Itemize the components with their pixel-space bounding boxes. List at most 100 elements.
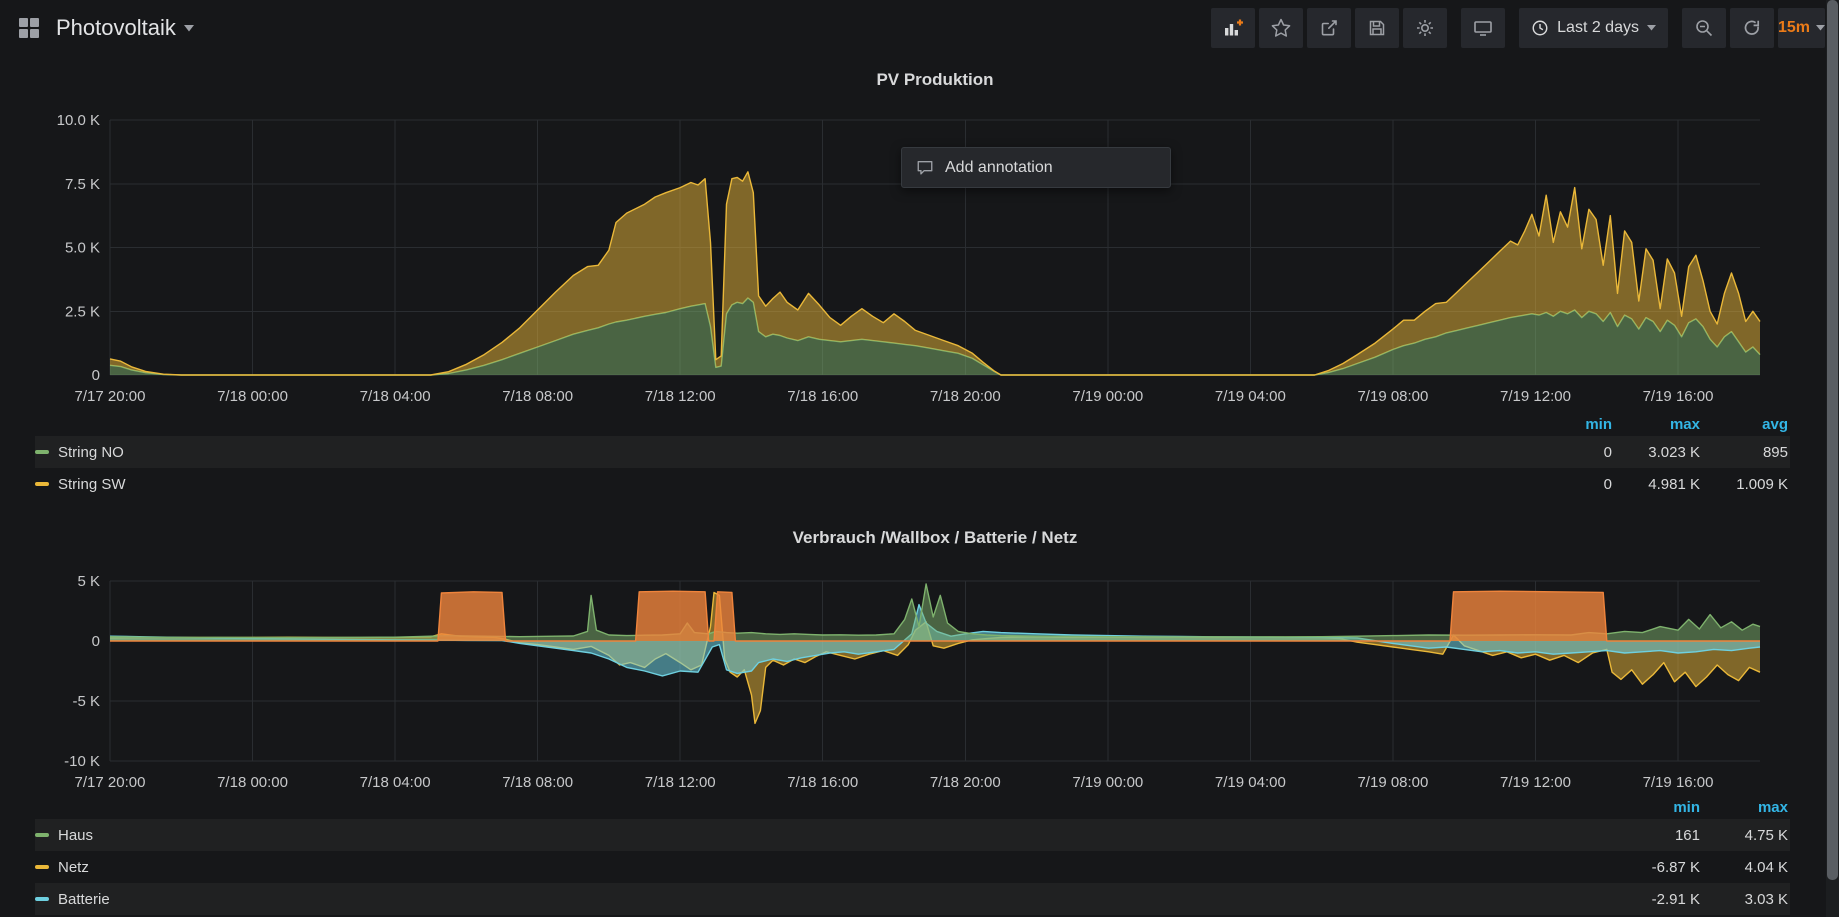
legend-value: 4.981 K: [1612, 476, 1700, 493]
apps-button[interactable]: [14, 13, 44, 43]
legend-value: 895: [1700, 444, 1788, 461]
series-color-swatch: [35, 482, 49, 486]
pv-produktion-legend: minmaxavgString NO03.023 K895String SW04…: [35, 412, 1790, 500]
y-axis-tick-label: 10.0 K: [57, 112, 100, 129]
caret-down-icon: [1816, 25, 1825, 31]
clock-icon: [1531, 19, 1549, 37]
caret-down-icon: [184, 25, 194, 32]
dashboard-title: Photovoltaik: [56, 15, 176, 41]
add-annotation-menu-item[interactable]: Add annotation: [901, 147, 1171, 188]
legend-row-netz[interactable]: Netz-6.87 K4.04 K: [35, 851, 1790, 883]
navbar-left: Photovoltaik: [14, 13, 194, 43]
refresh-button[interactable]: [1730, 8, 1774, 48]
y-axis-tick-label: -5 K: [72, 693, 100, 710]
x-axis-tick-label: 7/18 16:00: [787, 774, 858, 791]
y-axis-tick-label: 5 K: [77, 573, 100, 590]
panel-title-verbrauch[interactable]: Verbrauch /Wallbox / Batterie / Netz: [110, 528, 1760, 548]
add-annotation-label: Add annotation: [945, 159, 1053, 177]
x-axis-tick-label: 7/19 08:00: [1357, 388, 1428, 405]
legend-value: 3.03 K: [1700, 891, 1788, 908]
series-name: Batterie: [58, 891, 110, 908]
x-axis-tick-label: 7/19 00:00: [1072, 388, 1143, 405]
legend-value: -2.91 K: [1612, 891, 1700, 908]
legend-row-batterie[interactable]: Batterie -2.91 K3.03 K: [35, 883, 1790, 915]
legend-column-header-min[interactable]: min: [1524, 416, 1612, 433]
series-name: Haus: [58, 827, 93, 844]
legend-value: 1.009 K: [1700, 476, 1788, 493]
x-axis-tick-label: 7/17 20:00: [75, 388, 146, 405]
series-name: String SW: [58, 476, 126, 493]
x-axis-tick-label: 7/18 20:00: [930, 388, 1001, 405]
panel-actions-group: [1211, 8, 1447, 48]
add-panel-icon: [1223, 18, 1244, 38]
x-axis-tick-label: 7/19 16:00: [1643, 388, 1714, 405]
x-axis-tick-label: 7/18 08:00: [502, 388, 573, 405]
x-axis-tick-label: 7/19 04:00: [1215, 774, 1286, 791]
scrollbar-thumb[interactable]: [1827, 0, 1838, 880]
x-axis-tick-label: 7/19 12:00: [1500, 388, 1571, 405]
comment-bubble-icon: [916, 159, 934, 177]
x-axis-tick-label: 7/18 04:00: [360, 774, 431, 791]
legend-header-row: minmaxavg: [35, 412, 1790, 436]
page-scrollbar: [1826, 0, 1839, 917]
legend-value: 161: [1612, 827, 1700, 844]
y-axis-tick-label: 2.5 K: [65, 303, 100, 320]
legend-column-header-max[interactable]: max: [1612, 416, 1700, 433]
x-axis-tick-label: 7/18 00:00: [217, 774, 288, 791]
legend-value: 4.75 K: [1700, 827, 1788, 844]
panel-title-pv-produktion[interactable]: PV Produktion: [110, 70, 1760, 90]
tv-kiosk-button[interactable]: [1461, 8, 1505, 48]
legend-series-toggle[interactable]: String NO: [35, 444, 1524, 461]
share-icon: [1319, 18, 1339, 38]
x-axis-tick-label: 7/17 20:00: [75, 774, 146, 791]
settings-button[interactable]: [1403, 8, 1447, 48]
y-axis-tick-label: -10 K: [64, 753, 100, 770]
navbar-right: Last 2 days 15m: [1197, 8, 1825, 48]
verbrauch-chart[interactable]: 5 K 0 -5 K -10 K 7/17 20:00 7/18 00:00 7/18 04…: [55, 569, 1775, 799]
x-axis-tick-label: 7/18 12:00: [645, 388, 716, 405]
refresh-interval-label: 15m: [1778, 19, 1810, 37]
legend-series-toggle[interactable]: Batterie: [35, 891, 1612, 908]
series-color-swatch: [35, 865, 49, 869]
legend-series-toggle[interactable]: Netz: [35, 859, 1612, 876]
time-range-button[interactable]: Last 2 days: [1519, 8, 1668, 48]
zoom-out-button[interactable]: [1682, 8, 1726, 48]
legend-row-haus[interactable]: Haus 1614.75 K: [35, 819, 1790, 851]
legend-value: 0: [1524, 476, 1612, 493]
series-name: Netz: [58, 859, 89, 876]
legend-column-header-avg[interactable]: avg: [1700, 416, 1788, 433]
x-axis-tick-label: 7/18 08:00: [502, 774, 573, 791]
legend-row-string-sw[interactable]: String SW 04.981 K1.009 K: [35, 468, 1790, 500]
save-button[interactable]: [1355, 8, 1399, 48]
dashboard-title-dropdown[interactable]: Photovoltaik: [56, 15, 194, 41]
x-axis-tick-label: 7/18 12:00: [645, 774, 716, 791]
time-range-label: Last 2 days: [1557, 19, 1639, 37]
x-axis-tick-label: 7/19 08:00: [1357, 774, 1428, 791]
refresh-icon: [1742, 18, 1762, 38]
apps-icon: [18, 17, 40, 39]
x-axis-tick-label: 7/18 20:00: [930, 774, 1001, 791]
legend-column-header-min[interactable]: min: [1612, 799, 1700, 816]
series-color-swatch: [35, 450, 49, 454]
series-name: String NO: [58, 444, 124, 461]
add-panel-button[interactable]: [1211, 8, 1255, 48]
legend-series-toggle[interactable]: Haus: [35, 827, 1612, 844]
refresh-interval-button[interactable]: 15m: [1778, 8, 1825, 48]
x-axis-tick-label: 7/19 12:00: [1500, 774, 1571, 791]
kiosk-group: [1461, 8, 1505, 48]
legend-row-string-no[interactable]: String NO03.023 K895: [35, 436, 1790, 468]
star-button[interactable]: [1259, 8, 1303, 48]
legend-column-header-max[interactable]: max: [1700, 799, 1788, 816]
x-axis-tick-label: 7/19 04:00: [1215, 388, 1286, 405]
share-button[interactable]: [1307, 8, 1351, 48]
legend-series-toggle[interactable]: String SW: [35, 476, 1524, 493]
legend-value: 0: [1524, 444, 1612, 461]
x-axis-tick-label: 7/18 00:00: [217, 388, 288, 405]
y-axis-tick-label: 0: [92, 633, 100, 650]
y-axis-tick-label: 5.0 K: [65, 240, 100, 257]
y-axis-tick-label: 7.5 K: [65, 176, 100, 193]
x-axis-tick-label: 7/19 00:00: [1072, 774, 1143, 791]
legend-header-row: minmax: [35, 795, 1790, 819]
x-axis-tick-label: 7/19 16:00: [1643, 774, 1714, 791]
series-color-swatch: [35, 833, 49, 837]
